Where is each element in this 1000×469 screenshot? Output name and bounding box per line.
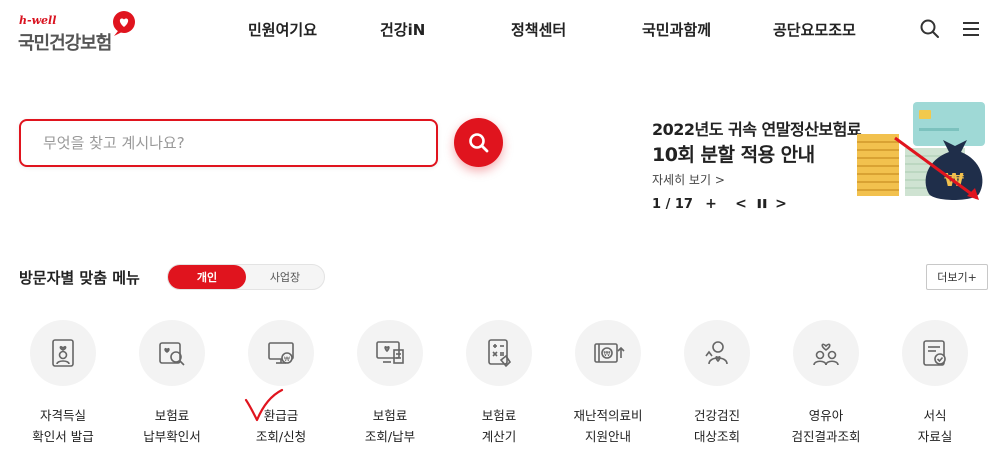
hamburger-menu-icon[interactable] (960, 18, 982, 40)
logo[interactable]: h-well 국민건강보험 (18, 10, 138, 54)
service-label: 재난적의료비 지원안내 (573, 408, 643, 444)
banner-title-line1: 2022년도 귀속 연말정산보험료 (652, 120, 862, 139)
banner-pager: 1 / 17 + < ❚❚ > (652, 196, 789, 212)
custom-menu-title: 방문자별 맞춤 메뉴 (19, 269, 140, 287)
search-button[interactable] (454, 118, 503, 167)
banner-prev-button[interactable]: < (733, 196, 749, 212)
search-input[interactable] (43, 131, 413, 155)
service-label: 건강검진 대상조회 (693, 408, 740, 444)
banner-illustration: ₩ (857, 102, 985, 200)
medical-support-icon: ₩ (594, 343, 625, 363)
certificate-user-icon (52, 339, 74, 367)
more-button[interactable]: 더보기+ (926, 264, 988, 290)
form-library-icon (923, 340, 946, 366)
nav-item-with-public[interactable]: 국민과함께 (642, 19, 711, 40)
service-label: 서식 자료실 (917, 408, 953, 444)
svg-text:₩: ₩ (284, 356, 290, 363)
search-box (19, 119, 438, 167)
service-label: 환급금 조회/신청 (255, 408, 307, 444)
payment-search-icon (159, 342, 185, 366)
banner-more-link[interactable]: 자세히 보기 > (652, 171, 725, 188)
calculator-icon (488, 339, 512, 368)
tab-business[interactable]: 사업장 (246, 265, 324, 289)
heart-speech-icon (113, 11, 135, 36)
health-checkup-icon (705, 341, 728, 365)
banner-pause-button[interactable]: ❚❚ (753, 196, 769, 212)
logo-subtitle: h-well (19, 14, 57, 27)
service-label: 보험료 조회/납부 (364, 408, 416, 444)
service-label: 자격득실 확인서 발급 (32, 408, 94, 444)
logo-title: 국민건강보험 (18, 33, 112, 54)
tab-personal[interactable]: 개인 (168, 265, 246, 289)
nav-item-about[interactable]: 공단요모조모 (773, 19, 856, 40)
premium-monitor-icon (376, 341, 404, 364)
infant-checkup-icon (813, 343, 839, 366)
visitor-type-toggle: 개인 사업장 (167, 264, 325, 290)
search-icon (468, 132, 488, 152)
banner-next-button[interactable]: > (773, 196, 789, 212)
banner-counter: 1 / 17 (652, 196, 693, 212)
nav-item-health-in[interactable]: 건강iN (380, 19, 425, 40)
banner-plus-button[interactable]: + (703, 196, 719, 212)
service-label: 보험료 계산기 (481, 408, 517, 444)
nav-item-civil-service[interactable]: 민원여기요 (248, 19, 317, 40)
banner-title-line2: 10회 분할 적용 안내 (652, 144, 815, 166)
service-label: 보험료 납부확인서 (143, 408, 201, 444)
search-icon[interactable] (919, 18, 941, 40)
svg-text:₩: ₩ (604, 350, 611, 358)
service-label: 영유아 검진결과조회 (791, 408, 861, 444)
nav-item-policy-center[interactable]: 정책센터 (511, 19, 566, 40)
refund-monitor-icon: ₩ (268, 342, 294, 364)
